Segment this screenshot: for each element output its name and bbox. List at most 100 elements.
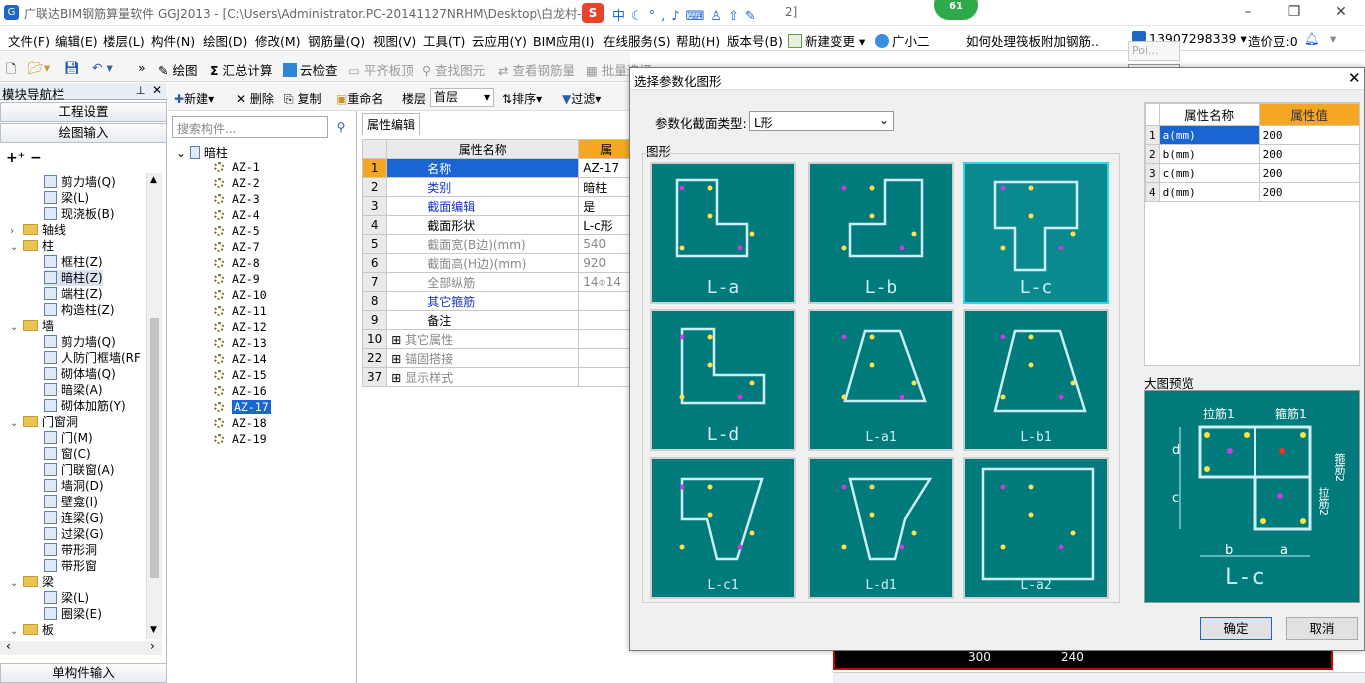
tree-folder[interactable]: ⌄ 墙 [10, 318, 54, 334]
attr-row[interactable]: 2 b(mm) 200 [1145, 144, 1360, 164]
property-value[interactable]: 920 [578, 253, 635, 273]
property-value[interactable] [578, 367, 635, 387]
shape-tile[interactable]: L-a [650, 162, 796, 304]
nav-scrollbar-thumb[interactable] [150, 318, 159, 578]
attr-value[interactable]: 200 [1258, 182, 1360, 202]
component-item[interactable]: AZ-9 [214, 272, 260, 286]
menu-edit[interactable]: 编辑(E) [55, 31, 98, 50]
draw-input-button[interactable]: 绘图输入 [0, 123, 167, 143]
search-icon[interactable]: ⚲ [330, 116, 352, 138]
expand-plus-icon[interactable]: ⊞ [391, 371, 405, 385]
single-component-button[interactable]: 单构件输入 [0, 663, 167, 683]
property-value[interactable]: 暗柱 [578, 177, 635, 197]
menu-bim[interactable]: BIM应用(I) [533, 31, 595, 50]
menu-floor[interactable]: 楼层(L) [103, 31, 145, 50]
property-row[interactable]: 1 名称 AZ-17 [361, 158, 635, 178]
close-icon[interactable]: ✕ [1318, 0, 1364, 26]
undo-icon[interactable]: ↶ ▾ [92, 60, 113, 75]
component-item[interactable]: AZ-2 [214, 176, 260, 190]
component-item[interactable]: AZ-10 [214, 288, 267, 302]
shape-tile[interactable]: L-a2 [963, 457, 1109, 599]
property-row[interactable]: 2 类别 暗柱 [361, 177, 635, 197]
menu-online[interactable]: 在线服务(S) [603, 31, 671, 50]
component-item[interactable]: AZ-18 [214, 416, 267, 430]
expand-all-icon[interactable]: +⁺ − [6, 150, 42, 166]
property-row[interactable]: 10 ⊞ 其它属性 [361, 329, 635, 349]
component-item[interactable]: AZ-3 [214, 192, 260, 206]
property-value[interactable] [578, 348, 635, 368]
menu-file[interactable]: 文件(F) [8, 31, 50, 50]
minimize-icon[interactable]: – [1225, 0, 1271, 26]
tree-item[interactable]: 门联窗(A) [44, 462, 115, 478]
tree-folder[interactable]: › 轴线 [10, 222, 66, 238]
open-folder-icon[interactable]: 📂︎▾ [28, 60, 50, 76]
scroll-down-icon[interactable]: ▼ [150, 625, 157, 635]
scroll-left-icon[interactable]: ‹ [6, 639, 11, 653]
tree-item[interactable]: 壁龛(I) [44, 494, 98, 510]
scroll-right-icon[interactable]: › [150, 639, 155, 653]
shape-tile[interactable]: L-d [650, 309, 796, 451]
restore-icon[interactable]: ❐ [1271, 0, 1317, 26]
menu-cloud[interactable]: 云应用(Y) [472, 31, 527, 50]
cloud-check-button[interactable]: 云检查 [283, 60, 338, 79]
menu-draw[interactable]: 绘图(D) [203, 31, 247, 50]
shape-tile[interactable]: L-c1 [650, 457, 796, 599]
floor-select[interactable]: 首层 ▾ [430, 88, 494, 107]
property-value[interactable]: 540 [578, 234, 635, 254]
property-value[interactable]: L-c形 [578, 215, 635, 235]
tree-item[interactable]: 梁(L) [44, 190, 89, 206]
bell-icon[interactable]: 🔔︎ [1304, 31, 1320, 47]
property-row[interactable]: 8 其它箍筋 [361, 291, 635, 311]
property-row[interactable]: 22 ⊞ 锚固搭接 [361, 348, 635, 368]
component-item[interactable]: AZ-14 [214, 352, 267, 366]
new-file-icon[interactable]: 🗋︎ [6, 60, 16, 81]
tree-item[interactable]: 现浇板(B) [44, 206, 115, 222]
find-element-button[interactable]: ⚲ 查找图元 [422, 60, 485, 79]
question-link[interactable]: 如何处理筏板附加钢筋.. [966, 31, 1099, 50]
menu-modify[interactable]: 修改(M) [255, 31, 301, 50]
tree-folder[interactable]: ⌄ 门窗洞 [10, 414, 78, 430]
attr-value[interactable]: 200 [1258, 163, 1360, 183]
delete-button[interactable]: ✕ 删除 [236, 90, 274, 107]
menu-view[interactable]: 视图(V) [373, 31, 416, 50]
tree-item[interactable]: 人防门框墙(RF [44, 350, 141, 366]
view-rebar-button[interactable]: ⇄ 查看钢筋量 [498, 60, 575, 79]
tree-item[interactable]: 框柱(Z) [44, 254, 103, 270]
tree-item[interactable]: 砌体加筋(Y) [44, 398, 126, 414]
summary-calc-button[interactable]: Σ 汇总计算 [210, 60, 273, 79]
property-value[interactable] [578, 291, 635, 311]
tree-item[interactable]: 砌体墙(Q) [44, 366, 116, 382]
ok-button[interactable]: 确定 [1200, 617, 1272, 640]
tree-item[interactable]: 带形洞 [44, 542, 97, 558]
attr-value[interactable]: 200 [1258, 125, 1360, 145]
project-settings-button[interactable]: 工程设置 [0, 102, 167, 122]
component-search-input[interactable]: 搜索构件... [172, 116, 328, 138]
shape-tile[interactable]: L-b [808, 162, 954, 304]
property-value[interactable]: AZ-17 [578, 158, 635, 178]
tree-item[interactable]: 连梁(G) [44, 510, 104, 526]
tree-item[interactable]: 梁(L) [44, 590, 89, 606]
menu-rebar[interactable]: 钢筋量(Q) [308, 31, 365, 50]
property-row[interactable]: 4 截面形状 L-c形 [361, 215, 635, 235]
section-type-select[interactable]: L形 ⌄ [749, 111, 894, 131]
nav-hscrollbar[interactable]: ‹ › [0, 639, 162, 655]
property-row[interactable]: 3 截面编辑 是 [361, 196, 635, 216]
property-value[interactable] [578, 310, 635, 330]
tree-folder[interactable]: ⌄ 板 [10, 622, 54, 638]
property-row[interactable]: 9 备注 [361, 310, 635, 330]
property-row[interactable]: 7 全部纵筋 14⌽14 [361, 272, 635, 292]
component-item[interactable]: AZ-12 [214, 320, 267, 334]
overflow-icon[interactable]: » [138, 60, 146, 75]
attr-row[interactable]: 3 c(mm) 200 [1145, 163, 1360, 183]
component-item[interactable]: AZ-17 [214, 400, 271, 414]
component-item[interactable]: AZ-8 [214, 256, 260, 270]
menu-help[interactable]: 帮助(H) [676, 31, 720, 50]
property-value[interactable]: 14⌽14 [578, 272, 635, 292]
tree-item[interactable]: 过梁(G) [44, 526, 104, 542]
shape-tile[interactable]: L-d1 [808, 457, 954, 599]
tree-item[interactable]: 剪力墙(Q) [44, 174, 116, 190]
tree-folder[interactable]: ⌄ 柱 [10, 238, 54, 254]
menu-assistant[interactable]: 广小二 [875, 31, 930, 50]
nav-scrollbar[interactable]: ▲ ▼ [146, 173, 162, 639]
tree-item-selected[interactable]: 暗柱(Z) [44, 270, 103, 286]
